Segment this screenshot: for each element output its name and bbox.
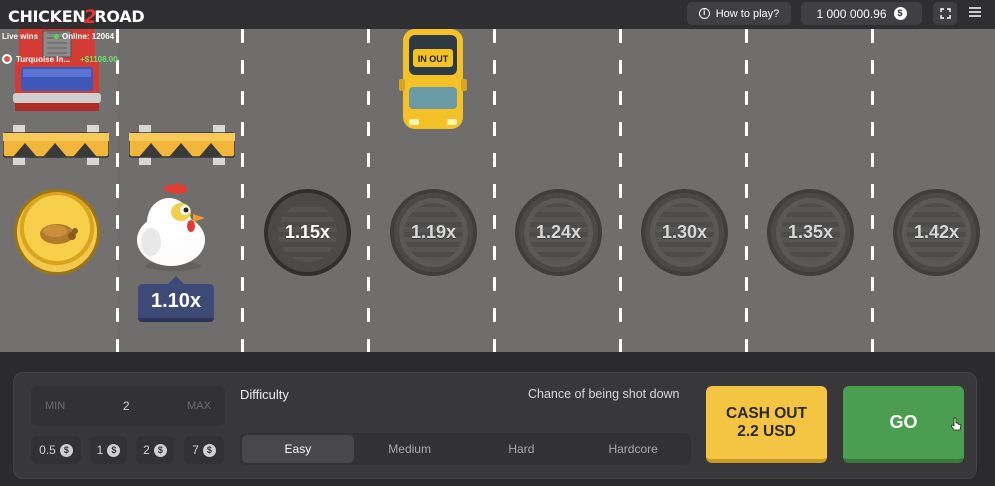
balance-value: 1 000 000.96 — [816, 6, 887, 21]
top-bar: CHICKEN2ROAD i How to play? 1 000 000.96… — [0, 0, 995, 29]
logo-text-right: ROAD — [94, 7, 145, 26]
max-bet-button[interactable]: MAX — [187, 400, 211, 412]
lane-divider — [116, 29, 119, 352]
bet-amount-input[interactable]: MIN 2 MAX — [31, 386, 225, 426]
lane-divider — [745, 29, 748, 352]
info-icon: i — [698, 8, 710, 19]
online-counter: Online: 12064 — [54, 32, 114, 41]
manhole-multiplier-label: 1.15x — [284, 222, 331, 242]
logo-text-mid: 2 — [83, 6, 97, 28]
quick-bet-amount: 7 — [192, 443, 199, 457]
quick-bet-button[interactable]: 1 $ — [90, 436, 127, 464]
bet-amount-value[interactable]: 2 — [123, 399, 130, 413]
min-bet-button[interactable]: MIN — [45, 400, 65, 412]
road-barrier — [3, 125, 109, 165]
live-wins-label: Live wins — [2, 32, 39, 41]
multiplier-manhole: 1.19x — [390, 189, 477, 276]
quick-bet-button[interactable]: 7 $ — [184, 436, 224, 464]
menu-button[interactable] — [966, 5, 984, 23]
difficulty-label: Difficulty — [240, 387, 289, 402]
game-road: IN OUT Live wins Online: 12064 Turquoise… — [0, 29, 995, 352]
difficulty-hard[interactable]: Hard — [466, 435, 578, 463]
cash-out-label: CASH OUT — [726, 404, 807, 422]
dollar-coin-icon: $ — [59, 443, 73, 457]
current-multiplier-tag: 1.10x — [138, 276, 214, 322]
hamburger-icon — [969, 7, 981, 17]
live-win-entry: Turquoise In... +$1106.00 — [2, 54, 118, 64]
dollar-coin-icon: $ — [202, 443, 216, 457]
balance-display: 1 000 000.96 $ — [801, 2, 922, 25]
difficulty-medium[interactable]: Medium — [354, 435, 466, 463]
how-to-play-button[interactable]: i How to play? — [687, 2, 791, 25]
control-panel: MIN 2 MAX 0.5 $ 1 $ 2 $ 7 $ Difficulty C… — [13, 372, 977, 479]
lane-divider — [871, 29, 874, 352]
multiplier-manhole: 1.35x — [767, 189, 854, 276]
manhole-multiplier-label: 1.42x — [913, 222, 960, 242]
quick-bet-amount: 2 — [143, 443, 150, 457]
multiplier-manhole: 1.24x — [515, 189, 602, 276]
manhole-multiplier-label: 1.24x — [535, 222, 582, 242]
lane-divider — [367, 29, 370, 352]
dollar-coin-icon: $ — [893, 7, 907, 20]
manhole-multiplier-label: 1.30x — [661, 222, 708, 242]
roast-chicken-icon — [40, 224, 78, 244]
chance-label: Chance of being shot down — [528, 387, 680, 401]
chicken-player — [137, 183, 205, 271]
fire-truck — [13, 29, 101, 111]
fullscreen-button[interactable] — [933, 2, 957, 25]
cash-out-button[interactable]: CASH OUT 2.2 USD — [706, 386, 827, 463]
quick-bet-amount: 1 — [96, 443, 104, 457]
player-avatar — [2, 54, 12, 64]
multiplier-manhole[interactable]: 1.15x — [264, 189, 351, 276]
car-brand-label: IN OUT — [418, 54, 449, 64]
difficulty-hardcore[interactable]: Hardcore — [577, 435, 689, 463]
lane-divider — [493, 29, 496, 352]
winner-name: Turquoise In... — [16, 54, 71, 64]
mouse-cursor-icon — [951, 417, 962, 431]
road-barrier — [129, 125, 235, 165]
multiplier-manhole: 1.30x — [641, 189, 728, 276]
quick-bet-amount: 0.5 — [39, 443, 56, 457]
dollar-coin-icon: $ — [153, 443, 167, 457]
quick-bet-button[interactable]: 0.5 $ — [31, 436, 81, 464]
winner-amount: +$1106.00 — [80, 54, 118, 64]
logo-text-left: CHICKEN — [8, 7, 86, 26]
online-status-icon — [54, 34, 59, 39]
multiplier-manhole: 1.42x — [893, 189, 980, 276]
difficulty-selector: Easy Medium Hard Hardcore — [240, 433, 691, 465]
difficulty-easy[interactable]: Easy — [242, 435, 354, 463]
lane-divider — [619, 29, 622, 352]
online-count: Online: 12064 — [62, 32, 115, 41]
fullscreen-icon — [939, 8, 951, 19]
start-coin — [14, 189, 100, 275]
go-button[interactable]: GO — [843, 386, 964, 463]
manhole-multiplier-label: 1.19x — [410, 222, 457, 242]
game-logo: CHICKEN2ROAD — [8, 5, 145, 28]
dollar-coin-icon: $ — [107, 443, 121, 457]
quick-bet-button[interactable]: 2 $ — [136, 436, 174, 464]
yellow-car: IN OUT — [399, 29, 467, 129]
cash-out-amount: 2.2 USD — [737, 422, 796, 440]
manhole-multiplier-label: 1.35x — [787, 222, 834, 242]
how-to-play-label: How to play? — [715, 7, 780, 20]
lane-divider — [241, 29, 244, 352]
